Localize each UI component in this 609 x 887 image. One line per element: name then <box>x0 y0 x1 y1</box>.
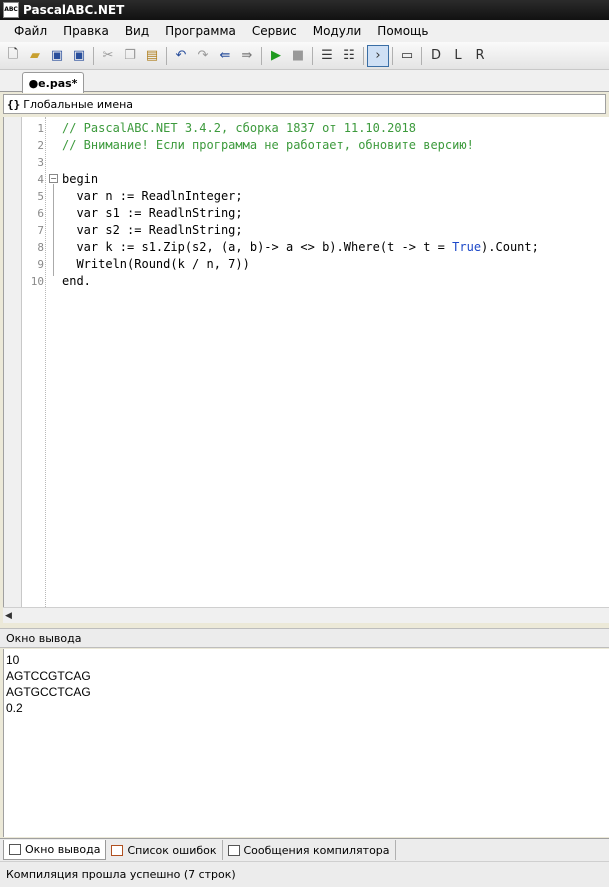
error-list-icon <box>111 844 124 856</box>
output-panel-header: Окно вывода <box>0 628 609 648</box>
scope-label: Глобальные имена <box>23 97 134 111</box>
line-number: 2 <box>37 139 44 152</box>
fold-region-line <box>53 184 54 276</box>
tab-label: Окно вывода <box>25 843 101 856</box>
line-number: 4 <box>37 173 44 186</box>
code-line: var n := ReadlnInteger; <box>62 189 243 203</box>
step-into-icon[interactable]: ☷ <box>338 45 360 67</box>
horizontal-scrollbar[interactable]: ◀ <box>3 607 609 623</box>
code-line: // PascalABC.NET 3.4.2, сборка 1837 от 1… <box>62 121 417 135</box>
stop-icon[interactable]: ■ <box>287 45 309 67</box>
line-number: 8 <box>37 241 44 254</box>
line-number: 5 <box>37 190 44 203</box>
comment-icon[interactable]: ⇛ <box>236 45 258 67</box>
open-icon[interactable]: ▰ <box>24 45 46 67</box>
code-editor[interactable]: 1 2 3 4 5 6 7 8 9 10 − // PascalABC.NET … <box>3 117 609 607</box>
menu-service[interactable]: Сервис <box>244 24 305 38</box>
paste-icon[interactable]: ▤ <box>141 45 163 67</box>
undo-icon[interactable]: ↶ <box>170 45 192 67</box>
code-keyword-true: True <box>452 240 482 254</box>
run-icon[interactable]: ▶ <box>265 45 287 67</box>
code-line: var s1 := ReadlnString; <box>62 206 243 220</box>
menu-file[interactable]: Файл <box>6 24 55 38</box>
toolbar-separator <box>312 46 313 65</box>
code-segment: ).Count; <box>481 240 539 254</box>
tab-label: Сообщения компилятора <box>243 843 390 857</box>
output-window-icon[interactable]: › <box>367 44 389 67</box>
tab-compiler-messages[interactable]: Сообщения компилятора <box>223 840 396 860</box>
menu-help[interactable]: Помощь <box>369 24 436 38</box>
output-line: AGTGCCTCAG <box>6 685 91 699</box>
new-file-icon[interactable]: 🗋 <box>2 45 24 67</box>
code-line: var k := s1.Zip(s2, (a, b)-> a <> b).Whe… <box>62 239 539 256</box>
toolbar-separator <box>261 46 262 65</box>
toolbar-separator <box>421 46 422 65</box>
output-window-icon <box>9 844 21 855</box>
step-over-icon[interactable]: ☰ <box>316 45 338 67</box>
save-icon[interactable]: ▣ <box>46 45 68 67</box>
line-number: 3 <box>37 156 44 169</box>
menu-edit[interactable]: Правка <box>55 24 117 38</box>
output-line: 10 <box>6 653 20 667</box>
tab-label: Список ошибок <box>127 843 217 857</box>
menu-bar: Файл Правка Вид Программа Сервис Модули … <box>0 20 609 42</box>
watch-icon[interactable]: R <box>469 45 491 67</box>
title-bar: ABC PascalABC.NET <box>0 0 609 20</box>
breakpoint-gutter[interactable] <box>4 117 22 607</box>
code-text: // PascalABC.NET 3.4.2, сборка 1837 от 1… <box>62 120 539 290</box>
scope-selector[interactable]: {} Глобальные имена <box>3 94 606 114</box>
code-line: end. <box>62 274 91 288</box>
app-icon: ABC <box>3 2 19 18</box>
line-number: 10 <box>30 275 44 288</box>
toolbar-separator <box>392 46 393 65</box>
menu-view[interactable]: Вид <box>117 24 157 38</box>
menu-modules[interactable]: Модули <box>305 24 370 38</box>
bottom-tab-strip: Окно вывода Список ошибок Сообщения комп… <box>0 838 609 861</box>
module-icon[interactable]: D <box>425 45 447 67</box>
debug-icon[interactable]: L <box>447 45 469 67</box>
output-panel[interactable]: 10 AGTCCGTCAG AGTGCCTCAG 0.2 <box>3 649 609 837</box>
line-number: 9 <box>37 258 44 271</box>
scroll-left-icon[interactable]: ◀ <box>5 611 12 621</box>
editor-tab-strip: ●e.pas* <box>0 70 609 93</box>
save-all-icon[interactable]: ▣ <box>68 45 90 67</box>
code-segment: var k := s1.Zip(s2, (a, b)-> a <> b).Whe… <box>62 240 453 254</box>
menu-program[interactable]: Программа <box>157 24 244 38</box>
form-icon[interactable]: ▭ <box>396 45 418 67</box>
status-bar: Компиляция прошла успешно (7 строк) <box>0 861 609 887</box>
output-line: 0.2 <box>6 701 23 715</box>
code-line: Writeln(Round(k / n, 7)) <box>62 257 250 271</box>
fold-margin <box>45 117 46 607</box>
compiler-messages-icon <box>227 844 240 856</box>
line-number: 1 <box>37 122 44 135</box>
fold-toggle-icon[interactable]: − <box>49 174 58 183</box>
toolbar-separator <box>93 46 94 65</box>
code-line: var s2 := ReadlnString; <box>62 223 243 237</box>
toolbar-separator <box>363 46 364 65</box>
tab-output-window[interactable]: Окно вывода <box>3 840 107 860</box>
output-line: AGTCCGTCAG <box>6 669 91 683</box>
window-title: PascalABC.NET <box>23 3 125 17</box>
line-number: 6 <box>37 207 44 220</box>
redo-icon[interactable]: ↷ <box>192 45 214 67</box>
code-line: begin <box>62 172 99 186</box>
namespace-icon: {} <box>7 97 21 111</box>
line-numbers: 1 2 3 4 5 6 7 8 9 10 <box>22 120 44 290</box>
format-icon[interactable]: ⇚ <box>214 45 236 67</box>
tab-e-pas[interactable]: ●e.pas* <box>22 72 84 93</box>
cut-icon[interactable]: ✂ <box>97 45 119 67</box>
toolbar-separator <box>166 46 167 65</box>
toolbar: 🗋 ▰ ▣ ▣ ✂ ❐ ▤ ↶ ↷ ⇚ ⇛ ▶ ■ ☰ ☷ › ▭ D L R <box>0 42 609 70</box>
status-text: Компиляция прошла успешно (7 строк) <box>6 868 236 881</box>
code-line: // Внимание! Если программа не работает,… <box>62 138 474 152</box>
tab-error-list[interactable]: Список ошибок <box>106 840 223 860</box>
copy-icon[interactable]: ❐ <box>119 45 141 67</box>
line-number: 7 <box>37 224 44 237</box>
